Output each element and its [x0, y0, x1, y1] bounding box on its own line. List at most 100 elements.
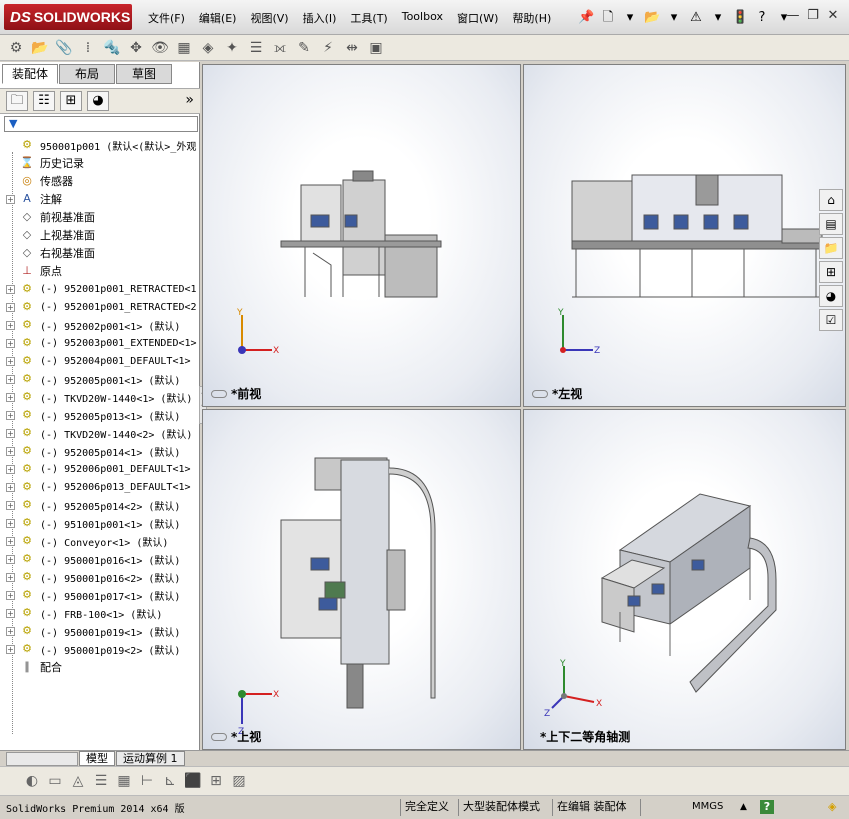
tree-item[interactable]: + ⚙ (-) 952005p014<1> (默认) — [0, 442, 200, 460]
table-icon[interactable]: ⊞ — [206, 771, 226, 791]
hidden-lines-icon[interactable]: ▭ — [45, 771, 65, 791]
exploded-view-icon[interactable]: ⟗ — [270, 38, 290, 58]
edit-component-icon[interactable]: ⚙ — [6, 38, 26, 58]
tree-item[interactable]: ∥ 配合 — [0, 658, 200, 676]
tree-item[interactable]: + ⚙ (-) 950001p019<1> (默认) — [0, 622, 200, 640]
pin-icon[interactable]: 📌 — [578, 10, 594, 26]
expand-icon[interactable]: + — [6, 356, 15, 366]
tree-item[interactable]: ◎ 传感器 — [0, 172, 200, 190]
viewport-front[interactable]: Y X *前视 — [202, 64, 521, 407]
rebuild-warning-icon[interactable]: ⚠ — [688, 10, 704, 26]
tree-item[interactable]: ◇ 上视基准面 — [0, 226, 200, 244]
units-dropdown-icon[interactable]: ▲ — [736, 799, 747, 816]
tree-item[interactable]: + ⚙ (-) 952005p013<1> (默认) — [0, 406, 200, 424]
expand-icon[interactable]: + — [6, 428, 15, 438]
image-icon[interactable]: ▨ — [229, 771, 249, 791]
expand-icon[interactable]: + — [6, 302, 15, 312]
new-document-icon[interactable]: 🗋 — [600, 10, 616, 26]
smart-fasteners-icon[interactable]: 🔩 — [102, 38, 122, 58]
tree-item[interactable]: + ⚙ (-) 951001p001<1> (默认) — [0, 514, 200, 532]
assembly-features-icon[interactable]: ▦ — [174, 38, 194, 58]
axis-chart-icon[interactable]: ⊾ — [160, 771, 180, 791]
expand-icon[interactable]: + — [6, 590, 15, 600]
tree-item[interactable]: + ⚙ (-) 952002p001<1> (默认) — [0, 316, 200, 334]
help-icon[interactable]: ? — [760, 800, 774, 814]
tree-item[interactable]: + ⚙ (-) 950001p016<2> (默认) — [0, 568, 200, 586]
clearance-verification-icon[interactable]: ⇹ — [342, 38, 362, 58]
tab-layout[interactable]: 布局 — [59, 64, 115, 84]
open-folder-icon[interactable]: 📂 — [644, 10, 660, 26]
grid-icon[interactable]: ▦ — [114, 771, 134, 791]
expand-icon[interactable]: + — [6, 338, 15, 348]
tree-item[interactable]: + ⚙ (-) 950001p017<1> (默认) — [0, 586, 200, 604]
tree-item[interactable]: + ⚙ (-) Conveyor<1> (默认) — [0, 532, 200, 550]
reference-geometry-icon[interactable]: ◈ — [198, 38, 218, 58]
home-icon[interactable]: ⌂ — [819, 189, 843, 211]
tree-item[interactable]: + ⚙ (-) 952005p014<2> (默认) — [0, 496, 200, 514]
traffic-light-icon[interactable]: 🚦 — [732, 10, 748, 26]
menu-toolbox[interactable]: Toolbox — [402, 10, 443, 26]
viewport-isometric[interactable]: Y X Z *上下二等角轴测 — [523, 409, 846, 750]
menu-help[interactable]: 帮助(H) — [512, 10, 551, 26]
tree-item[interactable]: + ⚙ (-) 952004p001_DEFAULT<1> — [0, 352, 200, 370]
bill-of-materials-icon[interactable]: ☰ — [246, 38, 266, 58]
tree-item[interactable]: + ⚙ (-) 952006p013_DEFAULT<1> — [0, 478, 200, 496]
tab-assembly[interactable]: 装配体 — [2, 64, 58, 84]
status-units[interactable]: MMGS — [688, 799, 723, 816]
list-view-icon[interactable]: ☰ — [91, 771, 111, 791]
viewport-left[interactable]: Y Z *左视 ⌂ ▤ 📁 ⊞ ◕ ☑ — [523, 64, 846, 407]
tag-icon[interactable]: ◈ — [824, 799, 836, 816]
tree-item[interactable]: + ⚙ (-) FRB-100<1> (默认) — [0, 604, 200, 622]
tree-item[interactable]: + ⚙ (-) 950001p016<1> (默认) — [0, 550, 200, 568]
more-icon[interactable]: » — [185, 92, 194, 108]
design-library-icon[interactable]: ▤ — [819, 213, 843, 235]
interference-detection-icon[interactable]: ⚡ — [318, 38, 338, 58]
perspective-icon[interactable]: ◬ — [68, 771, 88, 791]
dropdown-icon[interactable]: ▾ — [710, 10, 726, 26]
file-explorer-icon[interactable]: 📁 — [819, 237, 843, 259]
new-motion-study-icon[interactable]: ✦ — [222, 38, 242, 58]
menu-edit[interactable]: 编辑(E) — [199, 10, 237, 26]
menu-insert[interactable]: 插入(I) — [303, 10, 337, 26]
custom-properties-icon[interactable]: ☑ — [819, 309, 843, 331]
expand-icon[interactable]: + — [6, 284, 15, 294]
insert-component-icon[interactable]: 📂 — [30, 38, 50, 58]
tree-item[interactable]: + A 注解 — [0, 190, 200, 208]
viewport-top[interactable]: X Z *上视 — [202, 409, 521, 750]
tree-item[interactable]: + ⚙ (-) 952003p001_EXTENDED<1> — [0, 334, 200, 352]
dropdown-icon[interactable]: ▾ — [622, 10, 638, 26]
close-icon[interactable]: ✕ — [823, 8, 843, 23]
tree-item[interactable]: + ⚙ (-) 952001p001_RETRACTED<2 — [0, 298, 200, 316]
configuration-manager-icon[interactable]: ⊞ — [60, 91, 82, 111]
explode-line-sketch-icon[interactable]: ✎ — [294, 38, 314, 58]
dropdown-icon[interactable]: ▾ — [666, 10, 682, 26]
view-palette-icon[interactable]: ⊞ — [819, 261, 843, 283]
menu-view[interactable]: 视图(V) — [250, 10, 288, 26]
shaded-icon[interactable]: ◐ — [22, 771, 42, 791]
menu-tools[interactable]: 工具(T) — [350, 10, 387, 26]
tree-item[interactable]: + ⚙ (-) TKVD20W-1440<2> (默认) — [0, 424, 200, 442]
menu-window[interactable]: 窗口(W) — [457, 10, 498, 26]
instant3d-icon[interactable]: ▣ — [366, 38, 386, 58]
expand-icon[interactable]: + — [6, 410, 15, 420]
expand-icon[interactable]: + — [6, 608, 15, 618]
dimension-icon[interactable]: ⊢ — [137, 771, 157, 791]
expand-icon[interactable]: + — [6, 464, 15, 474]
tree-item[interactable]: + ⚙ (-) 950001p019<2> (默认) — [0, 640, 200, 658]
mate-icon[interactable]: 📎 — [54, 38, 74, 58]
linear-pattern-icon[interactable]: ⁞ — [78, 38, 98, 58]
tree-item[interactable]: + ⚙ (-) 952001p001_RETRACTED<1 — [0, 280, 200, 298]
expand-icon[interactable]: + — [6, 554, 15, 564]
solidworks-logo[interactable]: DS SOLIDWORKS — [4, 4, 132, 30]
feature-manager-icon[interactable]: 🗀 — [6, 91, 28, 111]
expand-icon[interactable]: + — [6, 500, 15, 510]
tab-scroll-arrows[interactable] — [6, 751, 78, 766]
expand-icon[interactable]: + — [6, 518, 15, 528]
expand-icon[interactable]: + — [6, 194, 15, 204]
tab-sketch[interactable]: 草图 — [116, 64, 172, 84]
move-component-icon[interactable]: ✥ — [126, 38, 146, 58]
expand-icon[interactable]: + — [6, 320, 15, 330]
appearances-icon[interactable]: ◕ — [819, 285, 843, 307]
property-manager-icon[interactable]: ☷ — [33, 91, 55, 111]
tree-item[interactable]: ◇ 前视基准面 — [0, 208, 200, 226]
